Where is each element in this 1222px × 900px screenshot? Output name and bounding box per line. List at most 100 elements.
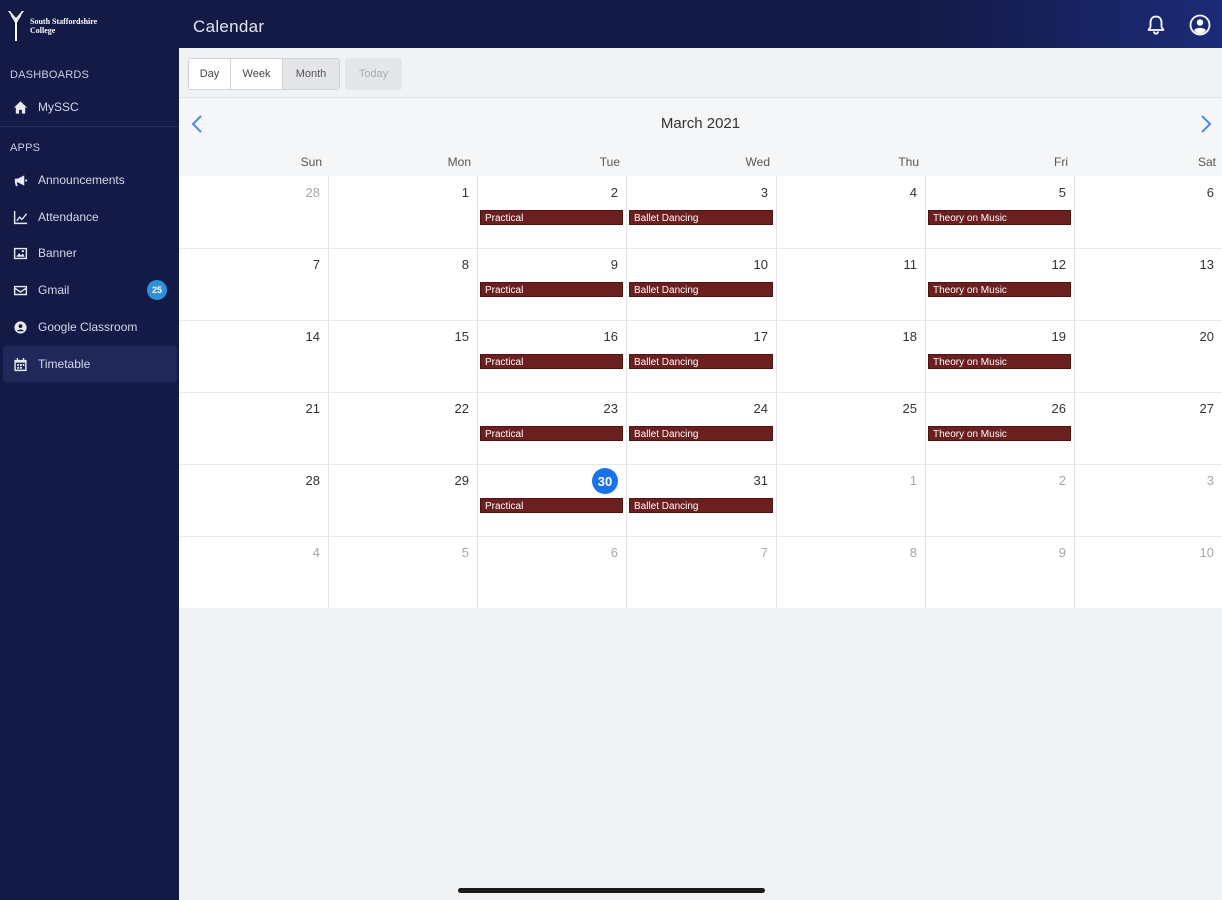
day-number[interactable]: 17 (728, 329, 768, 344)
sidebar-item-label: Timetable (38, 357, 91, 371)
unread-badge: 25 (147, 280, 167, 300)
day-number[interactable]: 24 (728, 401, 768, 416)
sidebar-item-google-classroom[interactable]: Google Classroom (3, 309, 177, 345)
weekday-header: Wed (745, 155, 770, 169)
calendar-event[interactable]: Practical (480, 498, 623, 513)
day-number[interactable]: 25 (877, 401, 917, 416)
view-month-button[interactable]: Month (283, 59, 339, 89)
sidebar-item-label: Announcements (38, 173, 125, 187)
calendar-event[interactable]: Ballet Dancing (629, 354, 773, 369)
day-number[interactable]: 10 (1174, 545, 1214, 560)
day-number[interactable]: 28 (280, 185, 320, 200)
day-number[interactable]: 6 (578, 545, 618, 560)
day-number[interactable]: 4 (280, 545, 320, 560)
day-number[interactable]: 1 (429, 185, 469, 200)
day-number[interactable]: 10 (728, 257, 768, 272)
weekday-header: Thu (898, 155, 919, 169)
classroom-icon (12, 319, 28, 335)
day-number[interactable]: 5 (429, 545, 469, 560)
view-switcher: Day Week Month (188, 58, 340, 90)
profile-avatar-icon[interactable] (1189, 14, 1211, 36)
page-title: Calendar (193, 17, 265, 36)
calendar-event[interactable]: Theory on Music (928, 426, 1071, 441)
day-number[interactable]: 27 (1174, 401, 1214, 416)
day-number[interactable]: 23 (578, 401, 618, 416)
day-number[interactable]: 16 (578, 329, 618, 344)
sidebar-item-attendance[interactable]: Attendance (3, 199, 177, 235)
day-number[interactable]: 29 (429, 473, 469, 488)
section-label-apps: APPS (10, 142, 41, 154)
chart-line-icon (12, 209, 28, 225)
day-number[interactable]: 9 (578, 257, 618, 272)
weekday-header: Fri (1054, 155, 1068, 169)
day-number[interactable]: 26 (1026, 401, 1066, 416)
college-logo[interactable]: South Staffordshire College (6, 8, 116, 44)
day-number[interactable]: 5 (1026, 185, 1066, 200)
grid-row-divider (179, 392, 1222, 393)
calendar-event[interactable]: Theory on Music (928, 210, 1071, 225)
sidebar-item-timetable[interactable]: Timetable (3, 346, 177, 382)
weekday-header: Sat (1197, 155, 1216, 169)
day-number[interactable]: 31 (728, 473, 768, 488)
month-title: March 2021 (660, 115, 741, 132)
calendar-event[interactable]: Practical (480, 282, 623, 297)
calendar-event[interactable]: Ballet Dancing (629, 426, 773, 441)
day-number[interactable]: 4 (877, 185, 917, 200)
weekday-header: Mon (447, 155, 471, 169)
day-number[interactable]: 2 (578, 185, 618, 200)
sidebar-item-label: MySSC (38, 100, 79, 114)
day-number[interactable]: 1 (877, 473, 917, 488)
mail-icon (12, 282, 28, 298)
today-button[interactable]: Today (345, 58, 402, 90)
sidebar-item-label: Gmail (38, 283, 70, 297)
day-number[interactable]: 22 (429, 401, 469, 416)
home-icon (12, 99, 28, 115)
view-week-button[interactable]: Week (231, 59, 283, 89)
sidebar-item-myssc[interactable]: MySSC (3, 89, 177, 125)
calendar-event[interactable]: Ballet Dancing (629, 498, 773, 513)
view-day-button[interactable]: Day (189, 59, 231, 89)
day-number[interactable]: 9 (1026, 545, 1066, 560)
grid-row-divider (179, 464, 1222, 465)
next-month-chevron-icon[interactable] (1196, 114, 1214, 134)
day-number[interactable]: 21 (280, 401, 320, 416)
logo-text: South Staffordshire College (30, 17, 98, 35)
day-number[interactable]: 19 (1026, 329, 1066, 344)
day-number[interactable]: 3 (1174, 473, 1214, 488)
day-number[interactable]: 8 (877, 545, 917, 560)
sidebar-item-announcements[interactable]: Announcements (3, 162, 177, 198)
day-number[interactable]: 7 (280, 257, 320, 272)
calendar-event[interactable]: Theory on Music (928, 354, 1071, 369)
day-number[interactable]: 6 (1174, 185, 1214, 200)
day-number[interactable]: 8 (429, 257, 469, 272)
megaphone-icon (12, 172, 28, 188)
day-number[interactable]: 13 (1174, 257, 1214, 272)
calendar-event[interactable]: Practical (480, 426, 623, 441)
day-number[interactable]: 2 (1026, 473, 1066, 488)
weekday-header: Sun (300, 155, 322, 169)
day-number[interactable]: 3 (728, 185, 768, 200)
sidebar-item-banner[interactable]: Banner (3, 235, 177, 271)
top-bar: Calendar (179, 0, 1222, 48)
day-number[interactable]: 11 (877, 257, 918, 272)
day-number[interactable]: 20 (1174, 329, 1214, 344)
grid-row-divider (179, 536, 1222, 537)
day-number[interactable]: 12 (1026, 257, 1066, 272)
sidebar-item-label: Google Classroom (38, 320, 138, 334)
calendar-event[interactable]: Practical (480, 354, 623, 369)
section-label-dashboards: DASHBOARDS (10, 69, 90, 81)
calendar-event[interactable]: Ballet Dancing (629, 210, 773, 225)
calendar-header: March 2021 Sun Mon Tue Wed Thu Fri Sat (179, 98, 1222, 176)
notifications-bell-icon[interactable] (1145, 14, 1167, 36)
day-number[interactable]: 14 (280, 329, 320, 344)
day-number[interactable]: 15 (429, 329, 469, 344)
calendar-event[interactable]: Theory on Music (928, 282, 1071, 297)
day-number[interactable]: 28 (280, 473, 320, 488)
sidebar-item-gmail[interactable]: Gmail 25 (3, 272, 177, 308)
today-date-marker[interactable]: 30 (592, 468, 618, 494)
day-number[interactable]: 18 (877, 329, 917, 344)
calendar-event[interactable]: Ballet Dancing (629, 282, 773, 297)
calendar-event[interactable]: Practical (480, 210, 623, 225)
day-number[interactable]: 7 (728, 545, 768, 560)
sidebar-divider (0, 126, 179, 127)
